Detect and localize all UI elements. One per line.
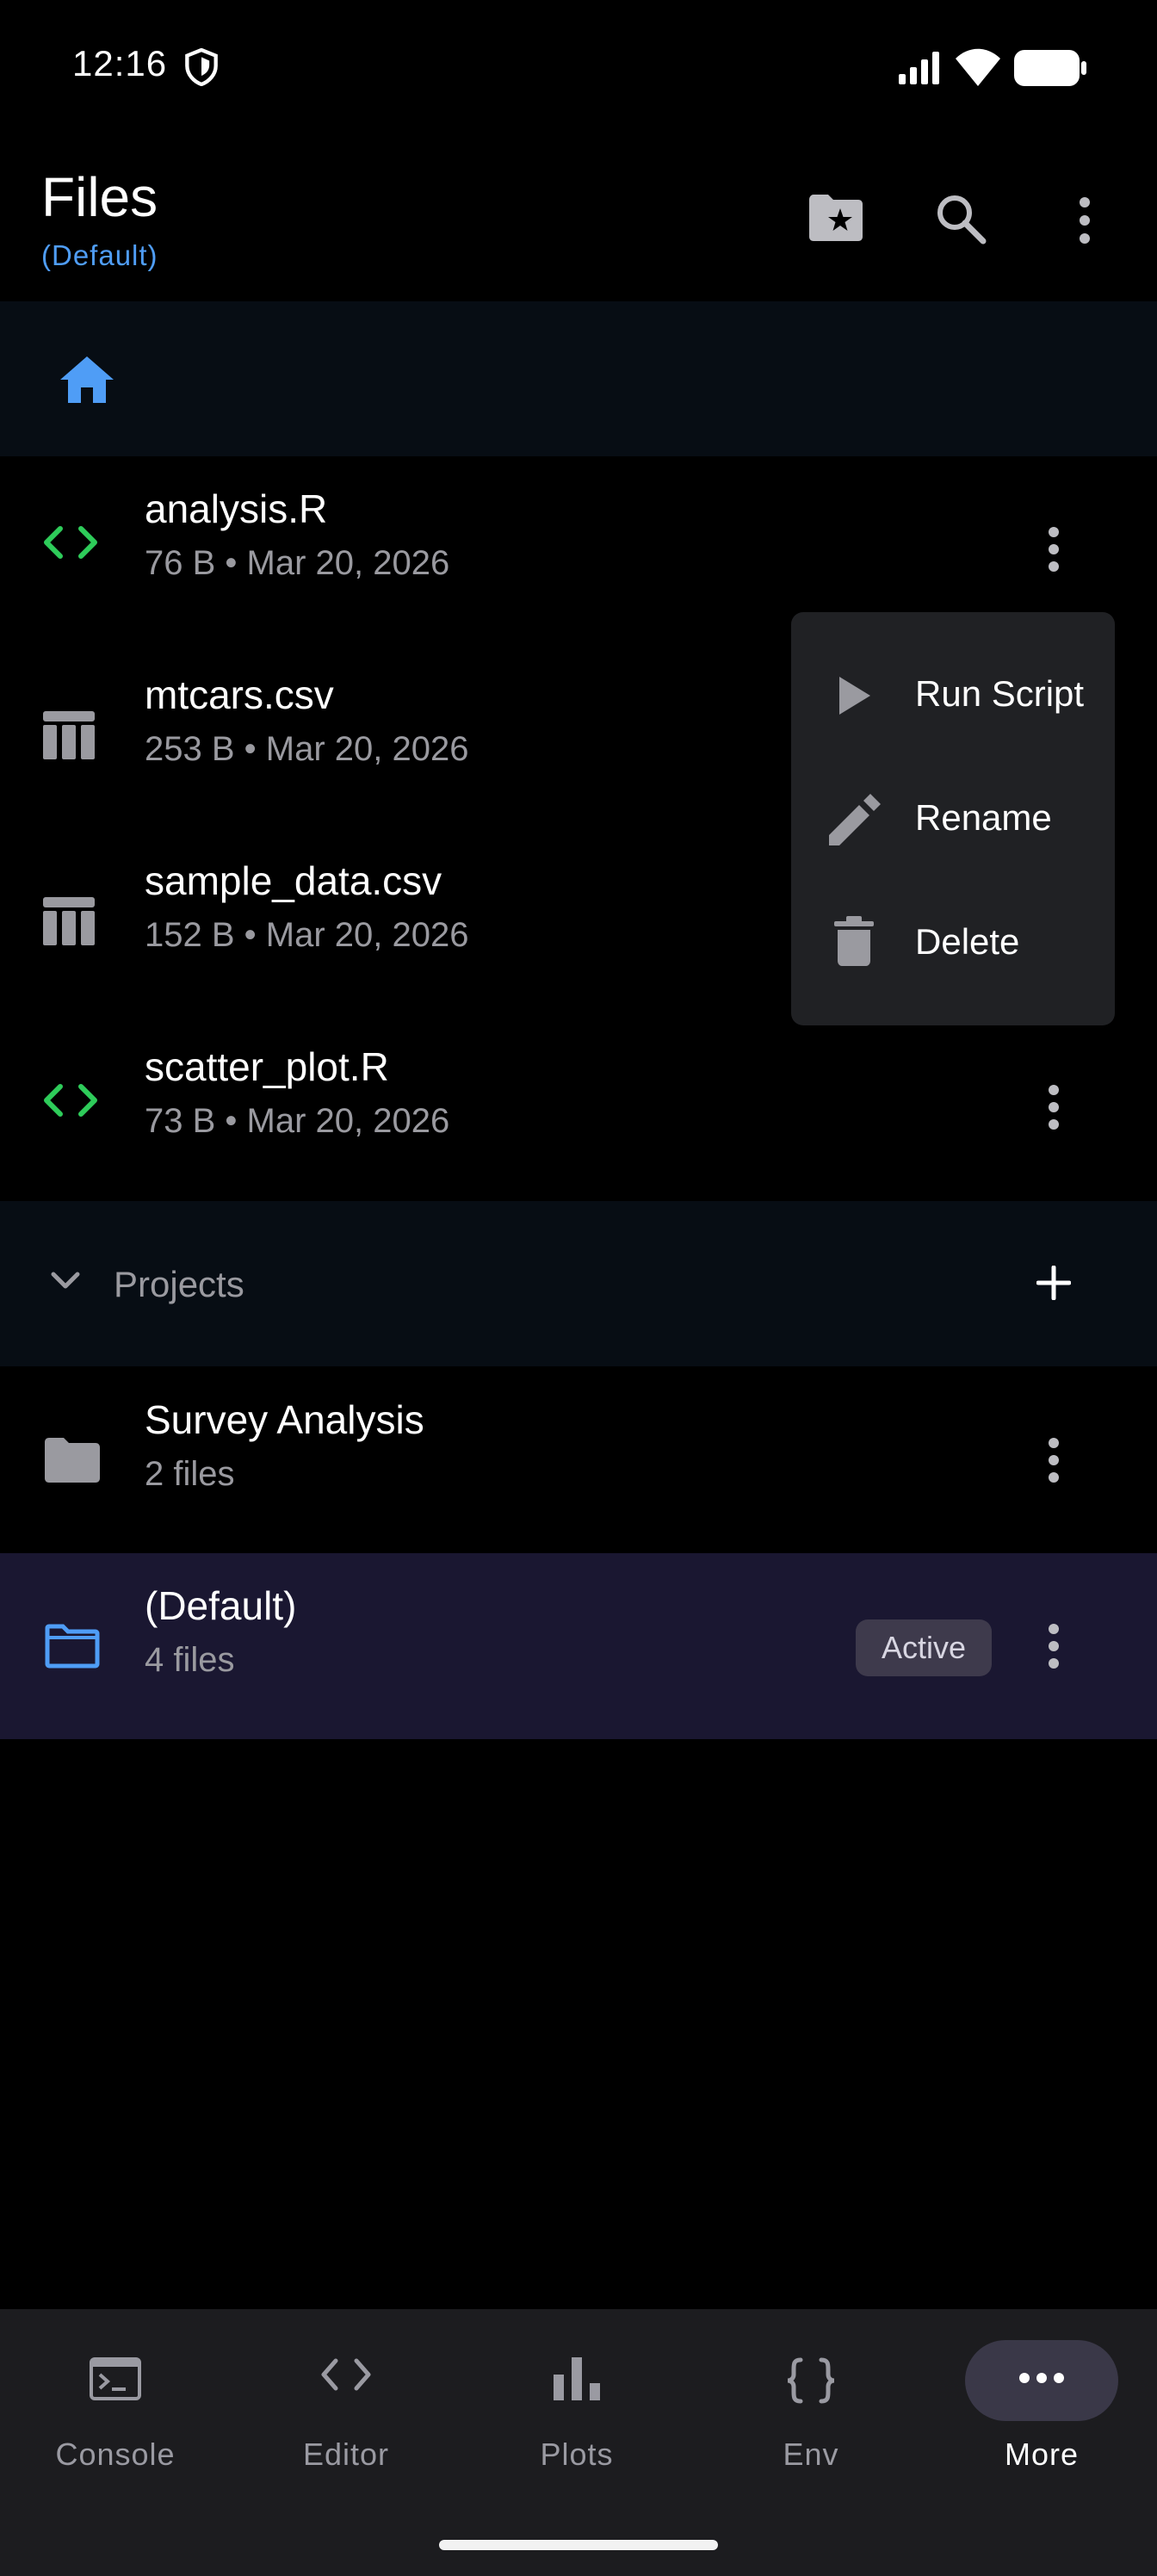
menu-item-label: Rename	[915, 797, 1052, 838]
breadcrumb	[0, 301, 1157, 456]
bar-chart-icon	[554, 2357, 600, 2400]
menu-item-rename[interactable]: Rename	[791, 758, 1115, 878]
page-title: Files	[41, 166, 158, 228]
nav-label: Editor	[302, 2437, 390, 2472]
wifi-icon	[956, 48, 1000, 86]
folder-star-icon[interactable]	[809, 195, 863, 241]
nav-more[interactable]: More	[926, 2309, 1157, 2499]
status-time: 12:16	[72, 43, 168, 84]
project-name: (Default)	[145, 1583, 297, 1628]
project-more-button[interactable]	[1033, 1419, 1074, 1502]
nav-label: Env	[783, 2437, 839, 2472]
file-context-menu: Run Script Rename Delete	[791, 612, 1115, 1025]
file-meta: 73 B • Mar 20, 2026	[145, 1102, 450, 1140]
file-meta: 76 B • Mar 20, 2026	[145, 544, 450, 582]
delete-icon	[834, 916, 874, 966]
menu-item-label: Run Script	[915, 673, 1085, 714]
code-icon	[320, 2357, 372, 2392]
nav-label: Console	[55, 2437, 176, 2472]
code-file-icon	[43, 1083, 98, 1118]
file-meta: 152 B • Mar 20, 2026	[145, 916, 469, 954]
more-vert-icon[interactable]	[1071, 196, 1098, 245]
file-name: mtcars.csv	[145, 672, 334, 717]
project-more-button[interactable]	[1033, 1605, 1074, 1687]
file-name: scatter_plot.R	[145, 1044, 389, 1089]
chevron-down-icon[interactable]	[50, 1271, 81, 1291]
menu-item-label: Delete	[915, 921, 1020, 962]
code-file-icon	[43, 525, 98, 560]
nav-label: More	[1004, 2437, 1080, 2472]
folder-open-icon	[45, 1624, 100, 1669]
file-name: analysis.R	[145, 486, 328, 531]
home-indicator	[439, 2540, 718, 2550]
bottom-navigation: Console Editor Plots Env More	[0, 2309, 1157, 2576]
active-badge: Active	[856, 1619, 992, 1676]
project-meta: 4 files	[145, 1641, 235, 1679]
file-more-button[interactable]	[1033, 1066, 1074, 1149]
file-name: sample_data.csv	[145, 858, 442, 903]
console-icon	[90, 2357, 141, 2400]
projects-label: Projects	[114, 1264, 244, 1304]
braces-icon	[785, 2357, 837, 2404]
add-project-button[interactable]	[1036, 1266, 1071, 1300]
project-row-active[interactable]: (Default) 4 files Active	[0, 1553, 1157, 1739]
project-row[interactable]: Survey Analysis 2 files	[0, 1367, 1157, 1553]
project-meta: 2 files	[145, 1455, 235, 1493]
nav-label: Plots	[540, 2437, 614, 2472]
play-icon	[839, 677, 870, 715]
table-file-icon	[43, 711, 95, 759]
search-icon[interactable]	[935, 193, 987, 245]
file-row[interactable]: scatter_plot.R 73 B • Mar 20, 2026	[0, 1014, 1157, 1200]
battery-icon	[1014, 50, 1086, 86]
menu-item-run-script[interactable]: Run Script	[791, 634, 1115, 754]
project-name: Survey Analysis	[145, 1397, 424, 1442]
file-more-button[interactable]	[1033, 508, 1074, 591]
home-icon[interactable]	[60, 356, 114, 403]
table-file-icon	[43, 897, 95, 945]
nav-env[interactable]: Env	[696, 2309, 926, 2499]
signal-icon	[899, 50, 942, 84]
nav-plots[interactable]: Plots	[461, 2309, 692, 2499]
menu-item-delete[interactable]: Delete	[791, 882, 1115, 1002]
nav-editor[interactable]: Editor	[231, 2309, 461, 2499]
folder-icon	[45, 1438, 100, 1483]
edit-icon	[829, 794, 881, 845]
file-meta: 253 B • Mar 20, 2026	[145, 730, 469, 768]
more-horiz-icon	[1018, 2371, 1066, 2385]
current-project-label: (Default)	[41, 239, 158, 271]
nav-console[interactable]: Console	[0, 2309, 231, 2499]
shield-icon	[184, 48, 219, 86]
